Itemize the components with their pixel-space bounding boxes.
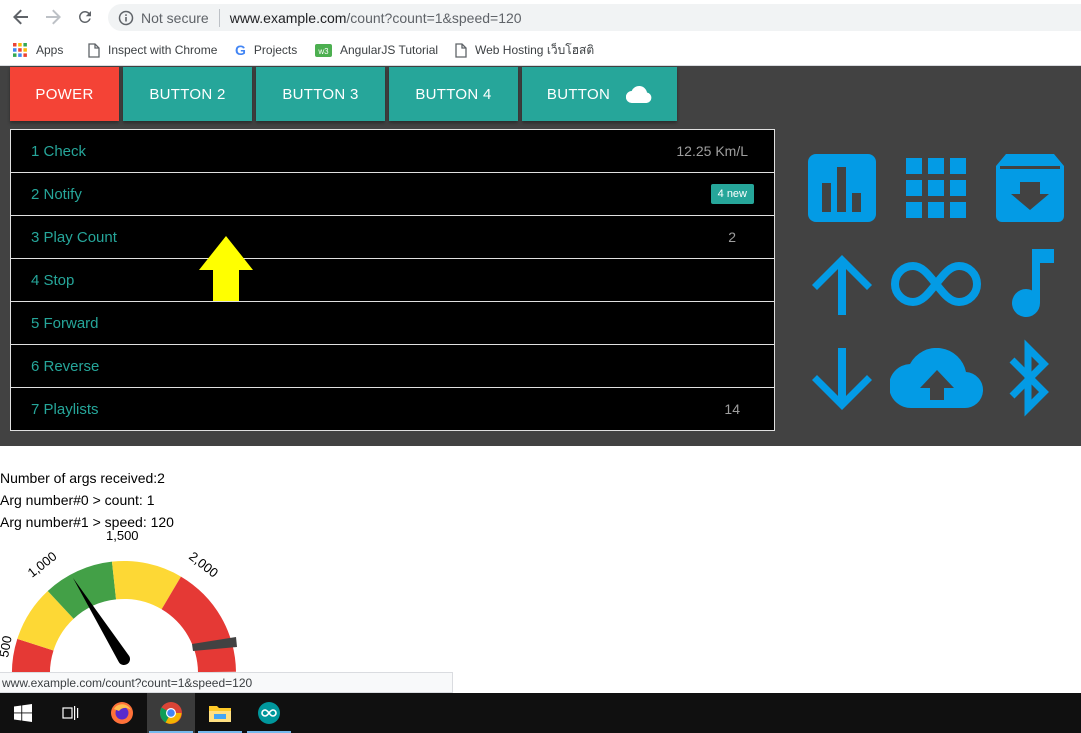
arg1-text: Arg number#1 > speed: 120	[0, 514, 174, 530]
menu-list: 1 Check 12.25 Km/L 2 Notify 4 new 3 Play…	[10, 129, 775, 431]
arduino-icon	[258, 702, 280, 724]
list-item-notify[interactable]: 2 Notify 4 new	[11, 173, 774, 216]
list-item-meta: 2	[728, 229, 736, 245]
tab-power[interactable]: POWER	[10, 67, 119, 121]
windows-start-button[interactable]	[0, 693, 46, 733]
bookmark-projects[interactable]: G Projects	[235, 41, 297, 59]
arg0-text: Arg number#0 > count: 1	[0, 492, 155, 508]
rpm-gauge: 500 1,000 1,500 2,000	[0, 530, 237, 675]
bluetooth-icon[interactable]	[1002, 338, 1056, 418]
browser-toolbar: Not secure www.example.com/count?count=1…	[0, 0, 1081, 35]
list-item-meta: 14	[724, 401, 740, 417]
back-button[interactable]	[10, 6, 32, 28]
w3-icon: w3	[315, 43, 332, 57]
tab-label: BUTTON 2	[149, 85, 226, 103]
forward-arrow-icon	[46, 9, 61, 25]
list-item-label: 5 Forward	[31, 315, 99, 332]
tab-label: BUTTON 4	[415, 85, 492, 103]
arrow-down-icon[interactable]	[810, 346, 874, 412]
bookmark-inspect[interactable]: Inspect with Chrome	[88, 41, 217, 59]
page-icon	[455, 42, 467, 58]
bookmark-label: AngularJS Tutorial	[340, 43, 439, 57]
security-label: Not secure	[141, 9, 209, 26]
list-item-label: 2 Notify	[31, 186, 82, 203]
bookmark-apps[interactable]: Apps	[12, 41, 63, 59]
tab-label: BUTTON	[546, 85, 611, 103]
arrow-up-icon[interactable]	[810, 253, 874, 317]
tab-button-cloud[interactable]: BUTTON	[522, 67, 677, 121]
tab-label: POWER	[35, 85, 94, 103]
reload-icon	[78, 10, 91, 23]
archive-download-icon[interactable]	[994, 152, 1066, 224]
bookmark-label: Web Hosting เว็บโฮสติ	[475, 42, 595, 57]
bookmark-label: Apps	[36, 43, 64, 57]
list-item-label: 7 Playlists	[31, 401, 99, 418]
gauge-tick-label: 500	[0, 635, 15, 659]
infinity-icon[interactable]	[890, 260, 982, 308]
info-icon[interactable]	[118, 10, 134, 26]
list-item-reverse[interactable]: 6 Reverse	[11, 345, 774, 388]
windows-taskbar	[0, 693, 1081, 733]
list-item-check[interactable]: 1 Check 12.25 Km/L	[11, 130, 774, 173]
chrome-taskbar-button[interactable]	[147, 693, 195, 733]
firefox-icon	[111, 702, 133, 724]
url-host: www.example.com	[229, 9, 347, 26]
reload-button[interactable]	[74, 6, 96, 28]
list-item-playlists[interactable]: 7 Playlists 14	[11, 388, 774, 431]
task-view-button[interactable]	[46, 693, 96, 733]
grid-apps-icon[interactable]	[904, 156, 968, 220]
list-item-play-count[interactable]: 3 Play Count 2	[11, 216, 774, 259]
bookmark-angularjs[interactable]: w3 AngularJS Tutorial	[315, 41, 438, 59]
bar-chart-icon[interactable]	[806, 153, 878, 223]
gauge-tick-label: 1,000	[25, 549, 60, 581]
new-badge: 4 new	[710, 184, 754, 204]
list-item-label: 6 Reverse	[31, 358, 100, 375]
page-icon	[88, 42, 100, 58]
task-view-icon	[62, 706, 79, 720]
gauge-band-red-high	[161, 576, 236, 673]
music-note-icon[interactable]	[1004, 247, 1058, 319]
list-item-meta: 12.25 Km/L	[676, 143, 748, 159]
tab-button-4[interactable]: BUTTON 4	[389, 67, 518, 121]
status-bar-url: www.example.com/count?count=1&speed=120	[0, 672, 453, 693]
list-item-forward[interactable]: 5 Forward	[11, 302, 774, 345]
apps-grid-icon	[12, 42, 28, 58]
file-explorer-taskbar-button[interactable]	[196, 693, 244, 733]
chrome-icon	[160, 702, 182, 724]
file-explorer-icon	[209, 706, 231, 722]
bookmark-webhosting[interactable]: Web Hosting เว็บโฮสติ	[455, 41, 594, 59]
forward-button[interactable]	[42, 6, 64, 28]
gauge-tick-label: 2,000	[186, 549, 221, 581]
annotation-arrow-up-icon	[199, 236, 253, 301]
list-item-label: 4 Stop	[31, 272, 75, 289]
google-g-icon: G	[235, 42, 246, 58]
tab-button-2[interactable]: BUTTON 2	[123, 67, 252, 121]
svg-text:w3: w3	[317, 47, 329, 56]
list-item-label: 1 Check	[31, 143, 87, 160]
gauge-tick-label: 1,500	[106, 530, 139, 543]
cloud-upload-icon[interactable]	[890, 348, 984, 410]
firefox-taskbar-button[interactable]	[98, 693, 146, 733]
tab-label: BUTTON 3	[282, 85, 359, 103]
cloud-icon	[626, 85, 652, 103]
tab-button-3[interactable]: BUTTON 3	[256, 67, 385, 121]
address-bar[interactable]: Not secure www.example.com/count?count=1…	[108, 4, 1081, 31]
windows-start-icon	[14, 704, 32, 722]
list-item-stop[interactable]: 4 Stop	[11, 259, 774, 302]
back-arrow-icon	[13, 9, 28, 25]
omnibox-divider	[218, 8, 220, 27]
control-panel: POWER BUTTON 2 BUTTON 3 BUTTON 4 BUTTON …	[0, 66, 1081, 446]
list-item-label: 3 Play Count	[31, 229, 117, 246]
bookmarks-bar: Apps Inspect with Chrome G Projects w3 A…	[0, 35, 1081, 66]
args-count-text: Number of args received:2	[0, 470, 165, 486]
url-path: /count?count=1&speed=120	[346, 9, 522, 26]
bookmark-label: Inspect with Chrome	[108, 43, 218, 57]
arduino-taskbar-button[interactable]	[245, 693, 293, 733]
bookmark-label: Projects	[253, 43, 298, 57]
